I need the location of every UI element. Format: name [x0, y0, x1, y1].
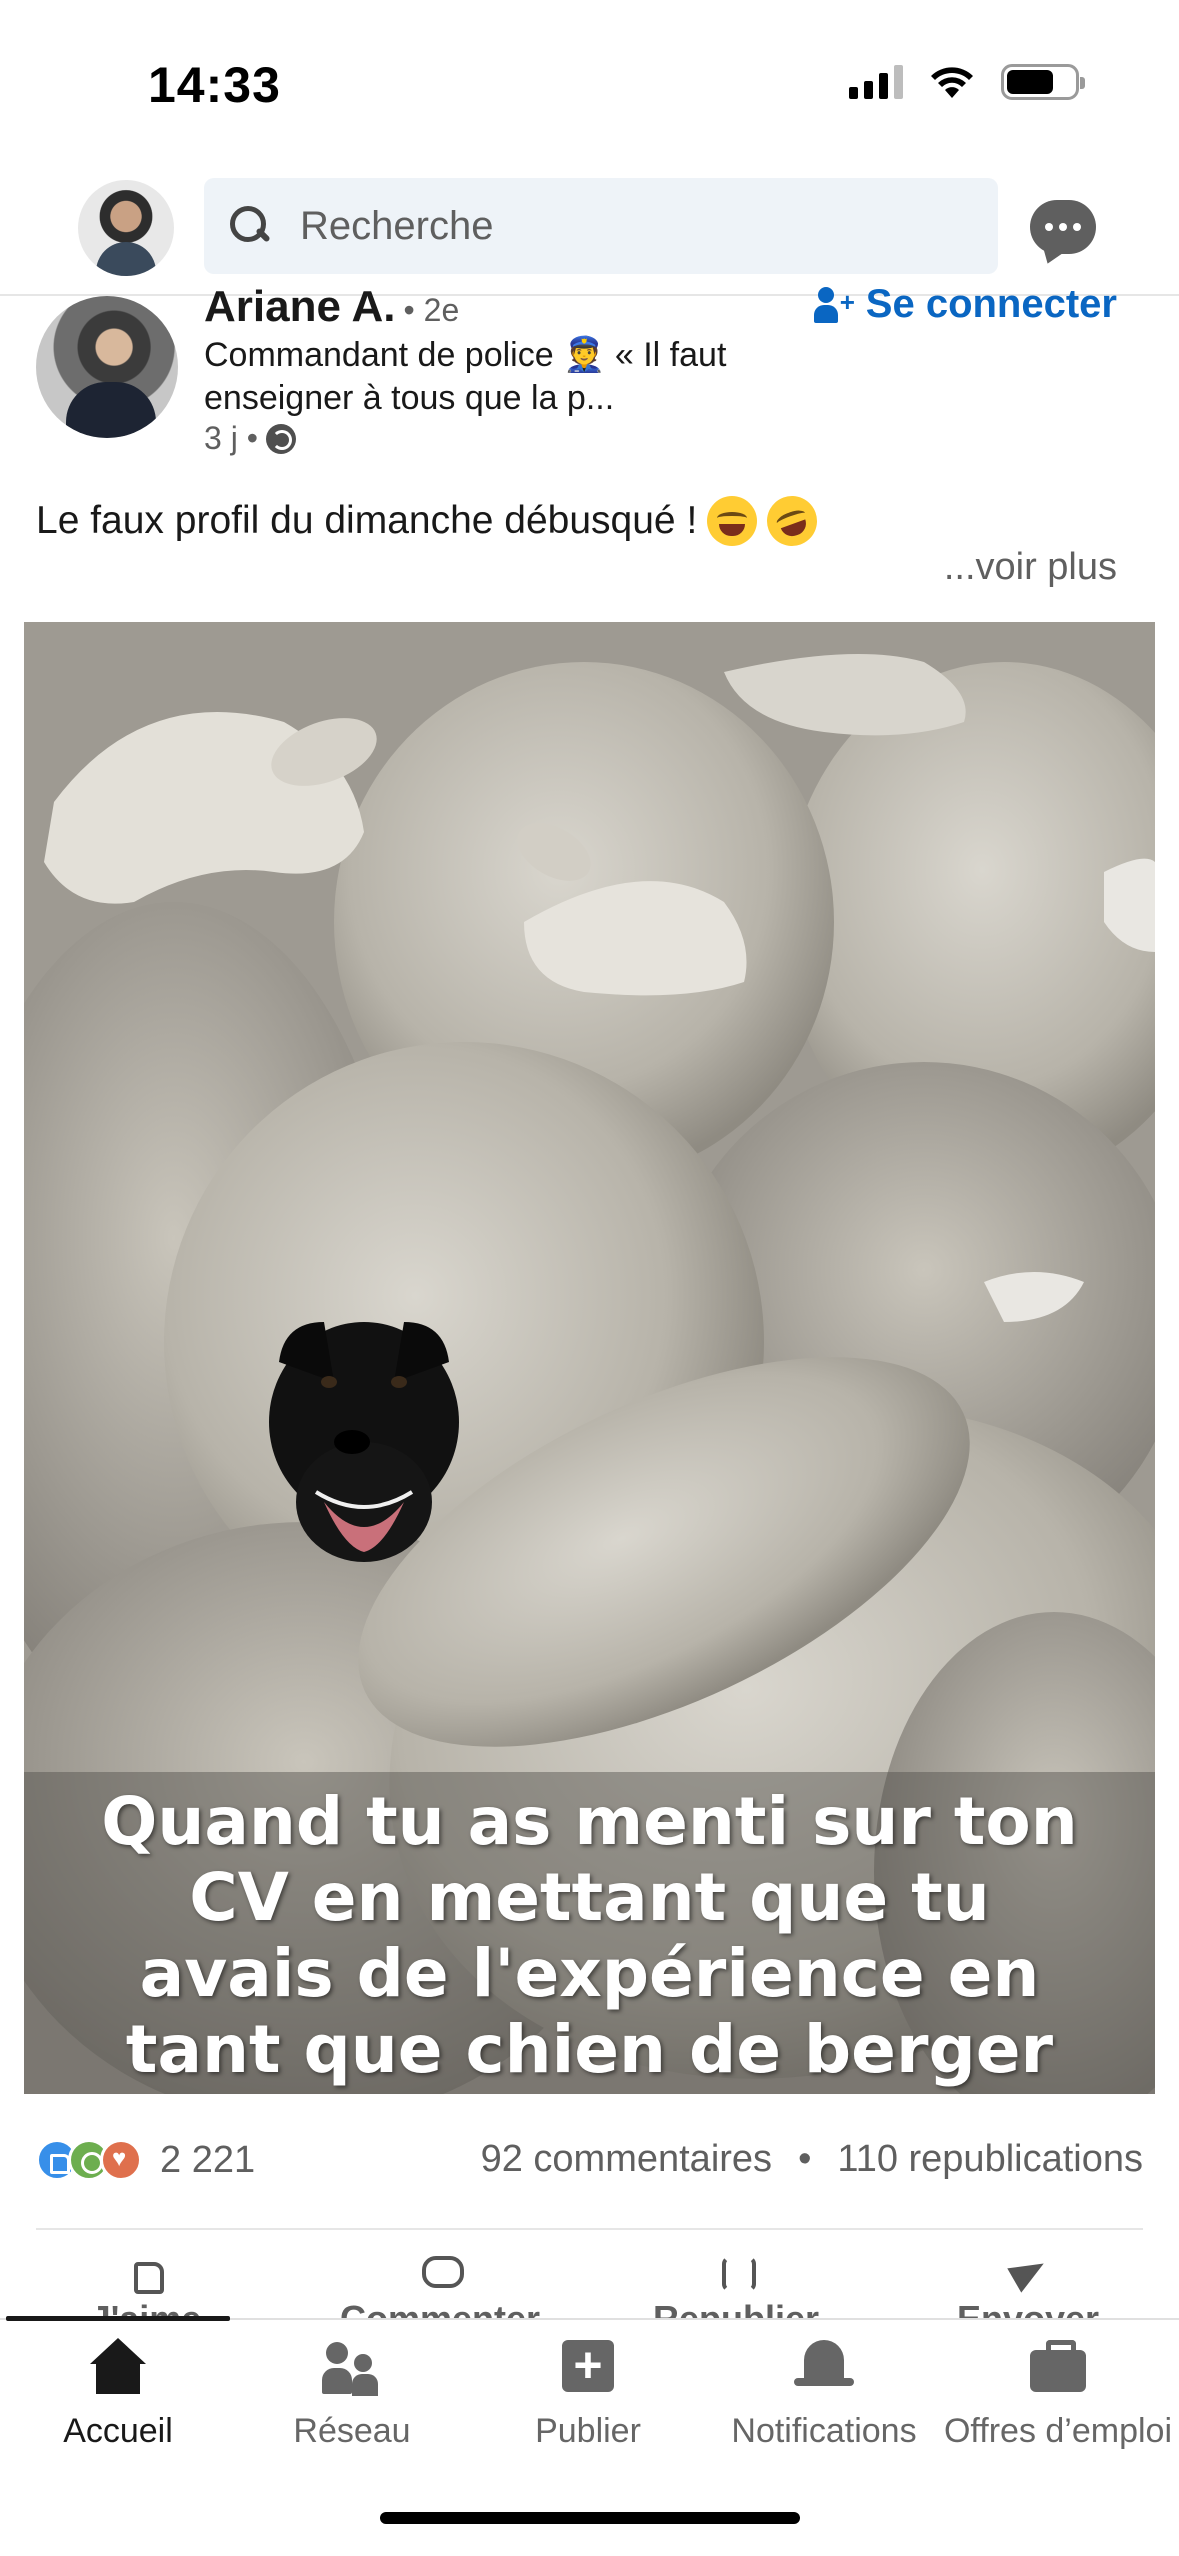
add-post-icon: [556, 2338, 620, 2398]
nav-label-network: Réseau: [293, 2412, 411, 2450]
repost-button[interactable]: Republier: [606, 2250, 866, 2320]
nav-item-notifications[interactable]: Notifications: [706, 2338, 942, 2451]
battery-icon: [1001, 64, 1085, 100]
love-reaction-icon: [100, 2139, 142, 2181]
active-tab-indicator: [6, 2316, 230, 2321]
globe-icon: [265, 423, 296, 454]
nav-item-network[interactable]: Réseau: [234, 2338, 470, 2451]
connection-degree: • 2e: [403, 292, 460, 328]
nav-item-post[interactable]: Publier: [470, 2338, 706, 2451]
repost-icon: [716, 2250, 756, 2292]
post-body-text: Le faux profil du dimanche débusqué !: [36, 499, 698, 542]
author-name-row: Ariane A. • 2e: [204, 282, 459, 332]
post-time: 3 j •: [204, 420, 258, 456]
rolling-laughing-emoji-icon: [760, 488, 825, 554]
post-meta: 3 j •: [204, 420, 296, 457]
comments-count[interactable]: 92 commentaires: [481, 2138, 772, 2181]
wifi-icon: [931, 67, 973, 98]
search-icon: [228, 204, 272, 248]
home-indicator[interactable]: [380, 2512, 800, 2524]
tears-of-joy-emoji-icon: [707, 496, 758, 546]
comment-icon: [420, 2250, 464, 2290]
post-header: Ariane A. • 2e + Se connecter Commandant…: [0, 282, 1179, 466]
connect-button[interactable]: + Se connecter: [813, 282, 1117, 327]
home-icon: [86, 2338, 150, 2398]
see-more-link[interactable]: ...voir plus: [944, 546, 1117, 589]
send-icon: [1008, 2250, 1048, 2290]
nav-label-home: Accueil: [63, 2412, 173, 2450]
author-name[interactable]: Ariane A.: [204, 282, 396, 332]
connect-label: Se connecter: [865, 282, 1117, 326]
nav-item-home[interactable]: Accueil: [0, 2338, 236, 2451]
count-separator: •: [798, 2138, 812, 2180]
divider: [36, 2228, 1143, 2230]
search-placeholder: Recherche: [300, 203, 494, 248]
nav-label-jobs: Offres d’emploi: [943, 2412, 1173, 2450]
reposts-count[interactable]: 110 republications: [837, 2138, 1143, 2181]
my-profile-avatar[interactable]: [78, 180, 174, 276]
comments-reposts: 92 commentaires • 110 republications: [481, 2138, 1143, 2181]
top-header: Recherche: [0, 160, 1179, 296]
comment-button[interactable]: Commenter: [310, 2250, 570, 2320]
nav-item-jobs[interactable]: Offres d’emploi: [940, 2338, 1176, 2451]
reaction-icons[interactable]: [36, 2139, 142, 2181]
image-caption: Quand tu as menti sur ton CV en mettant …: [101, 1783, 1078, 2088]
reaction-count[interactable]: 2 221: [160, 2139, 255, 2182]
post-image[interactable]: Quand tu as menti sur ton CV en mettant …: [24, 622, 1155, 2094]
thumbs-up-icon: [126, 2250, 166, 2294]
repost-label: Republier: [652, 2298, 820, 2320]
cellular-signal-icon: [849, 65, 903, 99]
send-button[interactable]: Envoyer: [898, 2250, 1158, 2320]
nav-label-notifications: Notifications: [731, 2412, 917, 2450]
status-icons: [849, 64, 1085, 100]
briefcase-icon: [1026, 2338, 1090, 2398]
post-text: Le faux profil du dimanche débusqué !: [36, 488, 825, 554]
author-headline: Commandant de police 👮 « Il faut enseign…: [204, 336, 727, 417]
send-label: Envoyer: [956, 2298, 1100, 2320]
status-time: 14:33: [148, 57, 281, 113]
post-action-bar: J'aime Commenter Republier Envoyer: [0, 2240, 1179, 2320]
add-person-icon: +: [813, 285, 855, 325]
author-avatar[interactable]: [36, 296, 178, 438]
search-input[interactable]: Recherche: [204, 178, 998, 274]
comment-label: Commenter: [339, 2298, 541, 2320]
network-icon: [320, 2338, 384, 2398]
bell-icon: [792, 2338, 856, 2398]
status-bar: 14:33: [0, 0, 1179, 160]
messaging-icon[interactable]: [1030, 200, 1096, 254]
nav-label-post: Publier: [535, 2412, 641, 2450]
like-button[interactable]: J'aime: [16, 2250, 276, 2320]
social-counts: 2 221 92 commentaires • 110 republicatio…: [36, 2130, 1143, 2190]
